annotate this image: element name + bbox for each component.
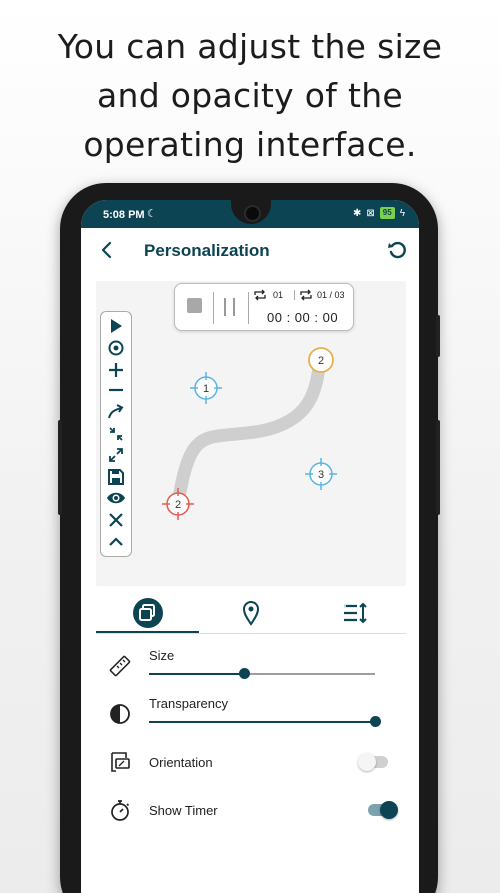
show-timer-toggle[interactable] xyxy=(366,799,398,821)
transparency-slider-fill xyxy=(149,721,375,723)
target-point-2-start[interactable]: 2 xyxy=(161,487,195,521)
repeat-icon xyxy=(300,289,312,301)
phone-side-button xyxy=(436,420,440,515)
orientation-label: Orientation xyxy=(149,755,213,770)
toggle-knob xyxy=(358,753,376,771)
page-title: Personalization xyxy=(144,241,270,260)
headline-line-1: You can adjust the size xyxy=(57,27,443,66)
chevron-up-icon[interactable] xyxy=(106,532,126,552)
save-icon[interactable] xyxy=(106,467,126,487)
status-bar: 5:08 PM ☾ ✱ ⊠ 95 ϟ xyxy=(81,200,419,228)
app-bar: Personalization xyxy=(81,228,419,274)
divider xyxy=(213,292,214,324)
transparency-slider-thumb[interactable] xyxy=(370,716,381,727)
transparency-setting: Transparency xyxy=(96,690,406,734)
target-label: 1 xyxy=(203,383,209,395)
timer-panel: 01 01 / 03 00 : 00 : 00 xyxy=(174,283,354,331)
target-icon[interactable] xyxy=(106,338,126,358)
orientation-setting: Orientation xyxy=(96,747,406,777)
divider xyxy=(96,633,406,634)
swipe-icon[interactable] xyxy=(106,402,126,422)
target-label: 2 xyxy=(318,355,324,367)
interface-preview: 1 2 3 2 01 01 / 03 00: 00: 00 xyxy=(96,281,406,586)
plus-icon[interactable] xyxy=(106,360,126,380)
pause-icon[interactable] xyxy=(224,298,235,316)
charging-icon: ϟ xyxy=(399,207,405,219)
reset-icon[interactable] xyxy=(385,238,409,262)
target-point-2-end[interactable]: 2 xyxy=(306,345,336,375)
expand-icon[interactable] xyxy=(106,445,126,465)
phone-side-button xyxy=(436,315,440,357)
phone-side-button xyxy=(58,420,62,515)
camera-notch xyxy=(231,200,271,224)
screen-rotation-icon xyxy=(111,752,130,772)
headline-line-2: and opacity of the xyxy=(96,76,404,115)
show-timer-label: Show Timer xyxy=(149,803,218,818)
loop-count: 01 xyxy=(273,290,284,300)
battery-icon: 95 xyxy=(379,207,395,219)
loop-icon xyxy=(254,289,266,301)
contrast-icon xyxy=(110,704,130,724)
headline: You can adjust the size and opacity of t… xyxy=(0,22,500,169)
bluetooth-icon: ✱ xyxy=(353,207,362,219)
sort-list-icon[interactable] xyxy=(338,597,372,629)
location-pin-icon[interactable] xyxy=(234,597,268,629)
orientation-toggle[interactable] xyxy=(358,751,390,773)
target-label: 3 xyxy=(318,469,324,481)
stopwatch-icon xyxy=(111,800,130,821)
status-time: 5:08 PM xyxy=(103,209,145,221)
back-arrow-icon[interactable] xyxy=(95,238,119,262)
status-icons: ✱ ⊠ 95 ϟ xyxy=(353,207,405,219)
size-slider-thumb[interactable] xyxy=(239,668,250,679)
headline-line-3: operating interface. xyxy=(83,125,417,164)
no-sim-icon: ⊠ xyxy=(366,207,375,219)
target-point-1[interactable]: 1 xyxy=(189,371,223,405)
divider xyxy=(294,290,295,300)
moon-icon: ☾ xyxy=(147,208,157,220)
show-timer-setting: Show Timer xyxy=(96,795,406,825)
ruler-icon xyxy=(109,655,131,677)
phone-screen: 5:08 PM ☾ ✱ ⊠ 95 ϟ Personalization 1 2 3… xyxy=(81,200,419,893)
size-slider-fill xyxy=(149,673,244,675)
stop-icon[interactable] xyxy=(187,298,202,313)
size-setting: Size xyxy=(96,642,406,686)
eye-icon[interactable] xyxy=(106,488,126,508)
target-label: 2 xyxy=(175,499,181,511)
minus-icon[interactable] xyxy=(106,380,126,400)
settings-tabs xyxy=(96,593,406,634)
layers-icon[interactable] xyxy=(131,597,165,629)
target-point-3[interactable]: 3 xyxy=(304,457,338,491)
divider xyxy=(248,292,249,324)
repeat-count: 01 / 03 xyxy=(317,290,345,300)
elapsed-time: 00 : 00 : 00 xyxy=(267,310,339,325)
close-icon[interactable] xyxy=(106,510,126,530)
collapse-icon[interactable] xyxy=(106,424,126,444)
transparency-label: Transparency xyxy=(149,696,228,711)
size-label: Size xyxy=(149,648,175,663)
floating-toolbar xyxy=(100,311,132,557)
toggle-knob xyxy=(380,801,398,819)
play-icon[interactable] xyxy=(106,316,126,336)
